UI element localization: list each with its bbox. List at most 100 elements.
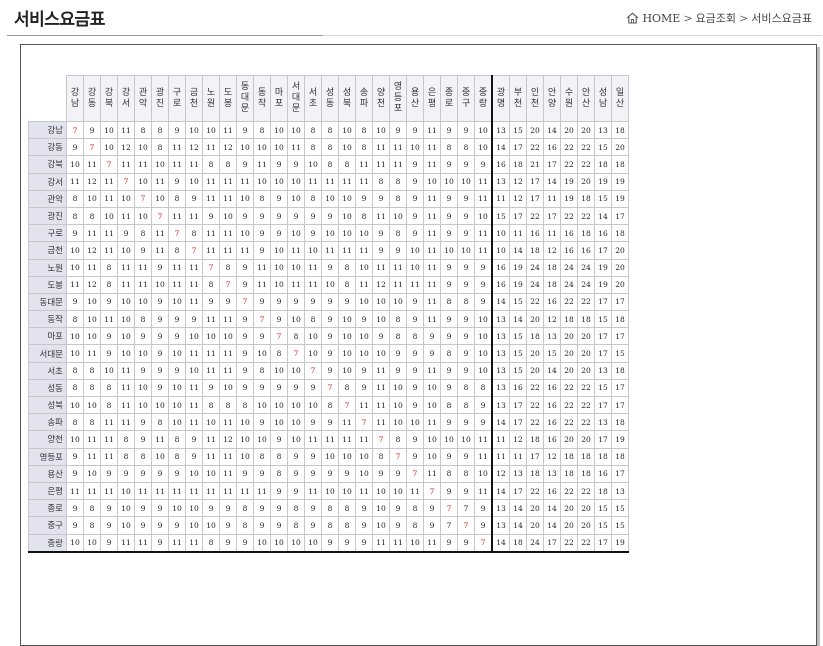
fee-cell: 11	[219, 172, 237, 191]
fee-cell: 9	[151, 516, 169, 535]
fee-cell: 9	[253, 378, 271, 398]
row-header: 중구	[28, 516, 67, 535]
fee-cell: 9	[100, 499, 118, 518]
fee-cell: 11	[474, 172, 493, 191]
fee-cell: 10	[304, 241, 322, 260]
fee-cell: 12	[219, 430, 237, 449]
fee-cell: 8	[389, 224, 407, 243]
fee-cell: 20	[526, 310, 544, 329]
fee-cell: 8	[338, 499, 356, 518]
fee-cell: 11	[151, 172, 169, 191]
breadcrumb-fee-inquiry[interactable]: 요금조회	[696, 10, 736, 26]
fee-cell: 17	[611, 206, 629, 226]
fee-cell: 10	[474, 361, 493, 380]
fee-cell: 9	[253, 516, 271, 535]
table-row: 영등포 9 11 11 8 8 10 8 9 11 11 10 8 8 9 9 10 10 10 8 7 9 10 9 9 11 1…	[28, 447, 629, 466]
fee-cell: 10	[253, 533, 271, 553]
fee-cell: 14	[491, 481, 510, 501]
fee-cell: 9	[219, 499, 237, 518]
breadcrumb-separator: >	[739, 11, 749, 25]
fee-cell: 10	[287, 120, 305, 140]
fee-cell: 17	[509, 413, 527, 432]
row-header: 중랑	[28, 533, 67, 553]
fee-cell: 9	[134, 361, 152, 380]
fee-cell: 22	[560, 533, 578, 553]
fee-cell: 11	[117, 378, 135, 398]
fee-cell: 9	[321, 310, 339, 329]
fee-cell: 14	[491, 292, 510, 312]
fee-cell: 10	[321, 224, 339, 243]
row-header: 구로	[28, 224, 67, 243]
fee-cell: 9	[372, 327, 390, 346]
fee-cell: 15	[611, 516, 629, 535]
fee-cell: 15	[594, 499, 612, 518]
table-row: 도봉 11 12 8 11 11 10 11 11 8 7 9 11 10 11 11 10 8 11 12 11 11 1…	[28, 275, 629, 294]
fee-cell: 22	[577, 206, 595, 226]
fee-cell: 11	[66, 275, 84, 294]
fee-cell: 9	[219, 533, 237, 553]
fee-cell: 8	[457, 395, 475, 415]
fee-cell: 8	[202, 533, 220, 553]
fee-cell: 8	[440, 464, 458, 483]
fee-cell: 8	[66, 310, 84, 329]
fee-cell: 9	[83, 120, 101, 140]
fee-cell: 18	[560, 464, 578, 483]
fee-cell: 19	[611, 430, 629, 449]
fee-cell: 11	[474, 430, 493, 449]
fee-cell: 12	[509, 430, 527, 449]
fee-cell: 11	[474, 447, 493, 466]
fee-cell: 10	[321, 481, 339, 501]
fee-cell: 7	[287, 344, 305, 363]
fee-cell: 11	[321, 430, 339, 449]
table-row: 용산 9 10 9 9 9 9 9 10 10 11 9 9 8 9 9 9 9 10 9 9 7 11 8 8 10 12 13 18…	[28, 464, 629, 483]
fee-cell: 9	[389, 344, 407, 363]
fee-cell: 10	[372, 499, 390, 518]
fee-cell: 22	[577, 155, 595, 174]
column-header: 서초	[304, 75, 322, 122]
fee-cell: 10	[117, 292, 135, 312]
fee-cell: 10	[83, 327, 101, 346]
fee-cell: 15	[594, 189, 612, 208]
fee-cell: 21	[526, 155, 544, 174]
fee-cell: 10	[134, 172, 152, 191]
fee-cell: 9	[168, 464, 186, 483]
breadcrumb-home[interactable]: HOME	[642, 12, 680, 25]
fee-cell: 9	[270, 499, 288, 518]
home-icon[interactable]	[626, 12, 639, 24]
fee-cell: 10	[253, 430, 271, 449]
fee-cell: 24	[526, 275, 544, 294]
fee-cell: 16	[491, 258, 510, 277]
fee-cell: 9	[270, 224, 288, 243]
fee-cell: 11	[66, 481, 84, 501]
fee-cell: 9	[389, 499, 407, 518]
column-header: 구로	[168, 75, 186, 122]
fee-cell: 8	[304, 120, 322, 140]
table-row: 중랑 10 10 9 11 11 9 11 11 8 9 9 10 10 10 10 9 9 9 11 11 10 11 9 9…	[28, 533, 629, 553]
fee-cell: 18	[526, 430, 544, 449]
fee-cell: 10	[474, 310, 493, 329]
fee-cell: 12	[372, 275, 390, 294]
fee-cell: 13	[491, 516, 510, 535]
fee-cell: 8	[219, 258, 237, 277]
fee-cell: 11	[423, 155, 441, 174]
fee-cell: 9	[253, 206, 271, 226]
fee-cell: 9	[321, 292, 339, 312]
fee-cell: 10	[270, 172, 288, 191]
column-header: 인천	[526, 75, 544, 122]
fee-cell: 11	[219, 189, 237, 208]
fee-cell: 11	[253, 258, 271, 277]
fee-cell: 8	[355, 206, 373, 226]
fee-cell: 9	[270, 310, 288, 329]
fee-cell: 8	[100, 395, 118, 415]
fee-cell: 9	[474, 275, 493, 294]
fee-cell: 16	[543, 395, 561, 415]
fee-cell: 10	[457, 172, 475, 191]
fee-cell: 10	[338, 224, 356, 243]
fee-cell: 9	[236, 533, 254, 553]
fee-cell: 10	[83, 464, 101, 483]
fee-cell: 10	[236, 189, 254, 208]
fee-cell: 10	[355, 224, 373, 243]
fee-cell: 12	[509, 189, 527, 208]
fee-cell: 19	[594, 258, 612, 277]
fee-cell: 9	[100, 344, 118, 363]
